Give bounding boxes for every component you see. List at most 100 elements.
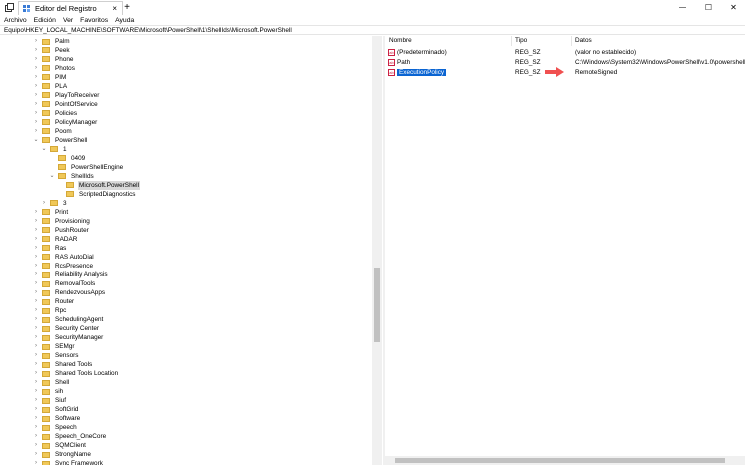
tree-item[interactable]: › SoftGrid <box>33 405 79 414</box>
tree-item[interactable]: › PLA <box>33 82 68 91</box>
expand-icon[interactable]: › <box>41 199 47 208</box>
expand-icon[interactable]: › <box>33 82 39 91</box>
tree-item[interactable]: › StrongName <box>33 450 92 459</box>
expand-icon[interactable]: › <box>33 91 39 100</box>
tree-item[interactable]: › Photos <box>33 64 76 73</box>
tree-item[interactable]: ⌄ PowerShell <box>33 136 88 145</box>
expand-icon[interactable]: › <box>33 369 39 378</box>
tree-item[interactable]: › Router <box>33 297 75 306</box>
tree-item[interactable]: › sih <box>33 387 64 396</box>
expand-icon[interactable]: › <box>33 405 39 414</box>
expand-icon[interactable]: › <box>33 432 39 441</box>
tree-item[interactable]: › Poom <box>33 127 73 136</box>
tree-item[interactable]: › Peek <box>33 46 71 55</box>
expand-icon[interactable]: › <box>33 226 39 235</box>
column-header-data[interactable]: Datos <box>575 36 592 46</box>
expand-icon[interactable]: › <box>33 378 39 387</box>
values-hscrollbar-thumb[interactable] <box>395 458 725 463</box>
tree-item[interactable]: › Speech <box>33 423 78 432</box>
expand-icon[interactable]: › <box>33 100 39 109</box>
menu-favoritos[interactable]: Favoritos <box>80 17 108 24</box>
expand-icon[interactable]: › <box>33 46 39 55</box>
expand-icon[interactable]: › <box>33 288 39 297</box>
expand-icon[interactable]: › <box>33 441 39 450</box>
tree-item[interactable]: ScriptedDiagnostics <box>57 190 136 199</box>
tree-item[interactable]: › SchedulingAgent <box>33 315 104 324</box>
expand-icon[interactable]: › <box>33 253 39 262</box>
tree-item[interactable]: › Policies <box>33 109 78 118</box>
tree-item[interactable]: › Siuf <box>33 396 67 405</box>
values-hscrollbar[interactable] <box>385 456 745 465</box>
tree-scrollbar-thumb[interactable] <box>374 268 380 342</box>
tree-item[interactable]: ⌄ 1 <box>41 145 68 154</box>
expand-icon[interactable]: › <box>33 297 39 306</box>
tree-item[interactable]: › Ras <box>33 244 67 253</box>
tree-item[interactable]: › Reliability Analysis <box>33 270 109 279</box>
expand-icon[interactable]: › <box>33 324 39 333</box>
tree-item[interactable]: › PlayToReceiver <box>33 91 100 100</box>
expand-icon[interactable]: › <box>33 450 39 459</box>
column-header-name[interactable]: Nombre <box>389 36 412 46</box>
tree-item[interactable]: › Software <box>33 414 81 423</box>
tree-item[interactable]: › RendezvousApps <box>33 288 106 297</box>
collapse-icon[interactable]: ⌄ <box>33 136 39 145</box>
expand-icon[interactable]: › <box>33 333 39 342</box>
tree-item[interactable]: › PIM <box>33 73 67 82</box>
expand-icon[interactable]: › <box>33 351 39 360</box>
address-bar[interactable]: Equipo\HKEY_LOCAL_MACHINE\SOFTWARE\Micro… <box>0 25 745 35</box>
expand-icon[interactable]: › <box>33 109 39 118</box>
tree-item[interactable]: › Phone <box>33 55 74 64</box>
tree-item[interactable]: › Print <box>33 208 69 217</box>
tree-item[interactable]: PowerShellEngine <box>49 163 124 172</box>
expand-icon[interactable]: › <box>33 459 39 465</box>
expand-icon[interactable]: › <box>33 360 39 369</box>
tree-item[interactable]: › RcsPresence <box>33 262 94 271</box>
task-view-button[interactable] <box>2 0 16 15</box>
expand-icon[interactable]: › <box>33 235 39 244</box>
collapse-icon[interactable]: ⌄ <box>41 145 47 154</box>
tree-item[interactable]: › Sync Framework <box>33 459 104 465</box>
tree-item[interactable]: 0409 <box>49 154 86 163</box>
tree-item[interactable]: › RAS AutoDial <box>33 253 95 262</box>
expand-icon[interactable]: › <box>33 279 39 288</box>
expand-icon[interactable]: › <box>33 127 39 136</box>
tab-registry-editor[interactable]: Editor del Registro × <box>18 1 123 15</box>
expand-icon[interactable]: › <box>33 396 39 405</box>
new-tab-button[interactable]: + <box>122 0 132 15</box>
close-button[interactable]: ✕ <box>722 0 745 15</box>
expand-icon[interactable]: › <box>33 208 39 217</box>
tree-item[interactable]: › Palm <box>33 37 71 46</box>
expand-icon[interactable]: › <box>33 73 39 82</box>
tree-item[interactable]: › Provisioning <box>33 217 91 226</box>
expand-icon[interactable]: › <box>33 55 39 64</box>
expand-icon[interactable]: › <box>33 118 39 127</box>
expand-icon[interactable]: › <box>33 64 39 73</box>
tree-item[interactable]: › SEMgr <box>33 342 76 351</box>
value-row[interactable]: ab Path REG_SZ C:\Windows\System32\Window… <box>385 58 745 67</box>
tree-item[interactable]: › RemovalTools <box>33 279 96 288</box>
tree-item[interactable]: › 3 <box>41 199 68 208</box>
tree-item[interactable]: › Shell <box>33 378 70 387</box>
expand-icon[interactable]: › <box>33 423 39 432</box>
tree-item[interactable]: › RADAR <box>33 235 78 244</box>
value-row-selected[interactable]: ab ExecutionPolicy REG_SZ RemoteSigned <box>385 67 745 77</box>
tree-scrollbar[interactable] <box>372 36 382 465</box>
expand-icon[interactable]: › <box>33 306 39 315</box>
tree-item-selected[interactable]: Microsoft.PowerShell <box>57 180 141 190</box>
menu-ver[interactable]: Ver <box>63 17 73 24</box>
tree-item[interactable]: › Security Center <box>33 324 100 333</box>
tree-item[interactable]: › Speech_OneCore <box>33 432 107 441</box>
tree-item[interactable]: › PointOfService <box>33 100 99 109</box>
expand-icon[interactable]: › <box>33 342 39 351</box>
menu-archivo[interactable]: Archivo <box>4 17 27 24</box>
tree-item[interactable]: › PushRouter <box>33 226 90 235</box>
collapse-icon[interactable]: ⌄ <box>49 172 55 181</box>
expand-icon[interactable]: › <box>33 414 39 423</box>
tab-close-icon[interactable]: × <box>112 4 117 13</box>
column-header-type[interactable]: Tipo <box>515 36 527 46</box>
expand-icon[interactable]: › <box>33 37 39 46</box>
expand-icon[interactable]: › <box>33 262 39 271</box>
expand-icon[interactable]: › <box>33 244 39 253</box>
tree-item[interactable]: › Shared Tools Location <box>33 369 119 378</box>
expand-icon[interactable]: › <box>33 270 39 279</box>
